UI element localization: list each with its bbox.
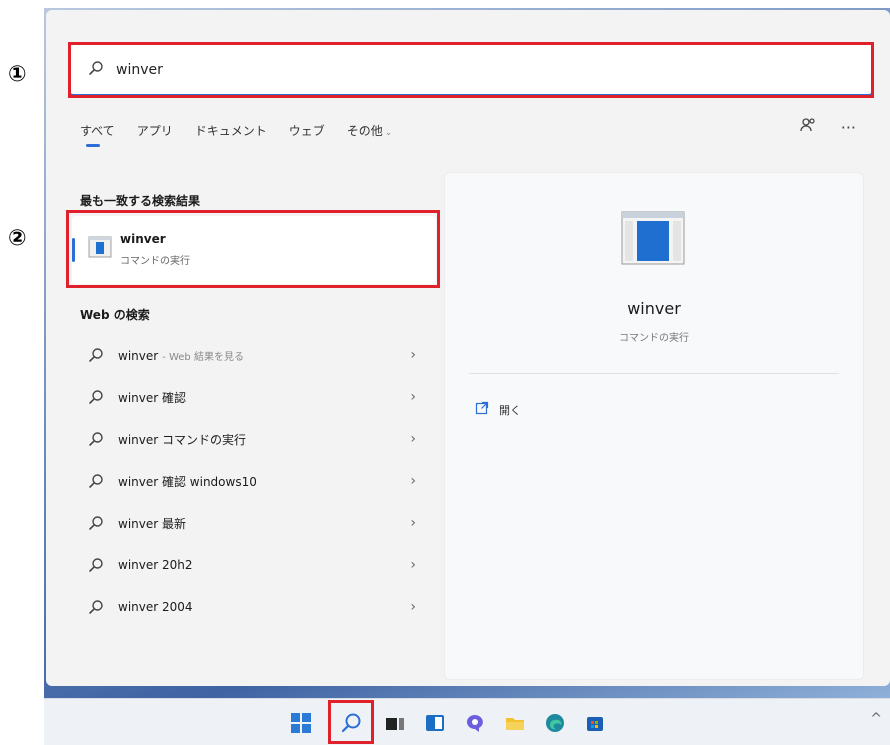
- open-action-label: 開く: [499, 403, 521, 417]
- annotation-marker-2: ②: [8, 226, 27, 251]
- web-search-item[interactable]: winver 確認 windows10 ›: [72, 460, 436, 502]
- chevron-right-icon: ›: [410, 389, 416, 405]
- tab-web[interactable]: ウェブ: [289, 122, 325, 152]
- web-search-item[interactable]: winver 20h2 ›: [72, 544, 436, 586]
- search-icon: [88, 515, 104, 535]
- more-options-icon[interactable]: ···: [841, 118, 856, 137]
- preview-subtitle: コマンドの実行: [619, 333, 689, 344]
- file-explorer-icon[interactable]: [502, 710, 528, 736]
- taskbar: ^: [44, 698, 890, 745]
- web-search-query: winver コマンドの実行: [118, 432, 246, 447]
- web-search-heading: Web の検索: [80, 308, 150, 322]
- tab-apps[interactable]: アプリ: [137, 122, 173, 152]
- tab-more-label: その他: [346, 124, 383, 138]
- search-icon: [88, 389, 104, 409]
- toolbar-right: ···: [799, 116, 856, 138]
- web-search-item[interactable]: winver - Web 結果を見る ›: [72, 334, 436, 376]
- web-search-text: winver - Web 結果を見る: [118, 348, 244, 363]
- best-match-heading: 最も一致する検索結果: [80, 194, 201, 208]
- account-icon[interactable]: [799, 116, 817, 138]
- search-icon: [88, 557, 104, 577]
- highlight-box-search: [68, 42, 874, 98]
- web-search-query: winver 確認 windows10: [118, 474, 257, 489]
- search-icon: [88, 473, 104, 493]
- web-search-query: winver: [118, 348, 159, 363]
- chevron-up-icon[interactable]: ^: [870, 711, 882, 727]
- web-search-item[interactable]: winver 2004 ›: [72, 586, 436, 628]
- web-search-query: winver 20h2: [118, 558, 193, 572]
- tab-documents[interactable]: ドキュメント: [195, 122, 267, 152]
- chevron-right-icon: ›: [410, 599, 416, 615]
- search-icon: [88, 347, 104, 367]
- web-search-item[interactable]: winver 確認 ›: [72, 376, 436, 418]
- tab-all[interactable]: すべて: [80, 122, 115, 152]
- winver-app-icon-large: [621, 211, 685, 269]
- chevron-right-icon: ›: [410, 431, 416, 447]
- web-search-item[interactable]: winver コマンドの実行 ›: [72, 418, 436, 460]
- chevron-right-icon: ›: [410, 347, 416, 363]
- open-external-icon: [475, 401, 489, 418]
- search-icon: [88, 599, 104, 619]
- store-icon[interactable]: [582, 710, 608, 736]
- preview-title: winver: [627, 299, 681, 318]
- chevron-right-icon: ›: [410, 515, 416, 531]
- chevron-down-icon: ⌄: [384, 128, 393, 138]
- chevron-right-icon: ›: [410, 557, 416, 573]
- preview-divider: [469, 373, 839, 374]
- task-view-icon[interactable]: [382, 710, 408, 736]
- preview-pane: winver コマンドの実行 開く: [444, 172, 864, 680]
- web-search-query: winver 2004: [118, 600, 193, 614]
- web-search-query: winver 最新: [118, 516, 186, 531]
- search-icon: [88, 431, 104, 451]
- web-search-list: winver - Web 結果を見る › winver 確認 › winver コ…: [72, 334, 436, 628]
- highlight-box-taskbar-search: [328, 700, 374, 744]
- web-search-query: winver 確認: [118, 390, 186, 405]
- web-search-item[interactable]: winver 最新 ›: [72, 502, 436, 544]
- filter-tabs: すべて アプリ ドキュメント ウェブ その他 ⌄: [80, 122, 392, 152]
- open-action[interactable]: 開く: [475, 401, 521, 418]
- tab-more[interactable]: その他 ⌄: [347, 122, 393, 152]
- edge-browser-icon[interactable]: [542, 710, 568, 736]
- highlight-box-result: [66, 210, 440, 288]
- start-icon[interactable]: [288, 710, 314, 736]
- widgets-icon[interactable]: [422, 710, 448, 736]
- web-search-hint: - Web 結果を見る: [162, 351, 244, 363]
- chat-icon[interactable]: [462, 710, 488, 736]
- chevron-right-icon: ›: [410, 473, 416, 489]
- annotation-marker-1: ①: [8, 62, 27, 87]
